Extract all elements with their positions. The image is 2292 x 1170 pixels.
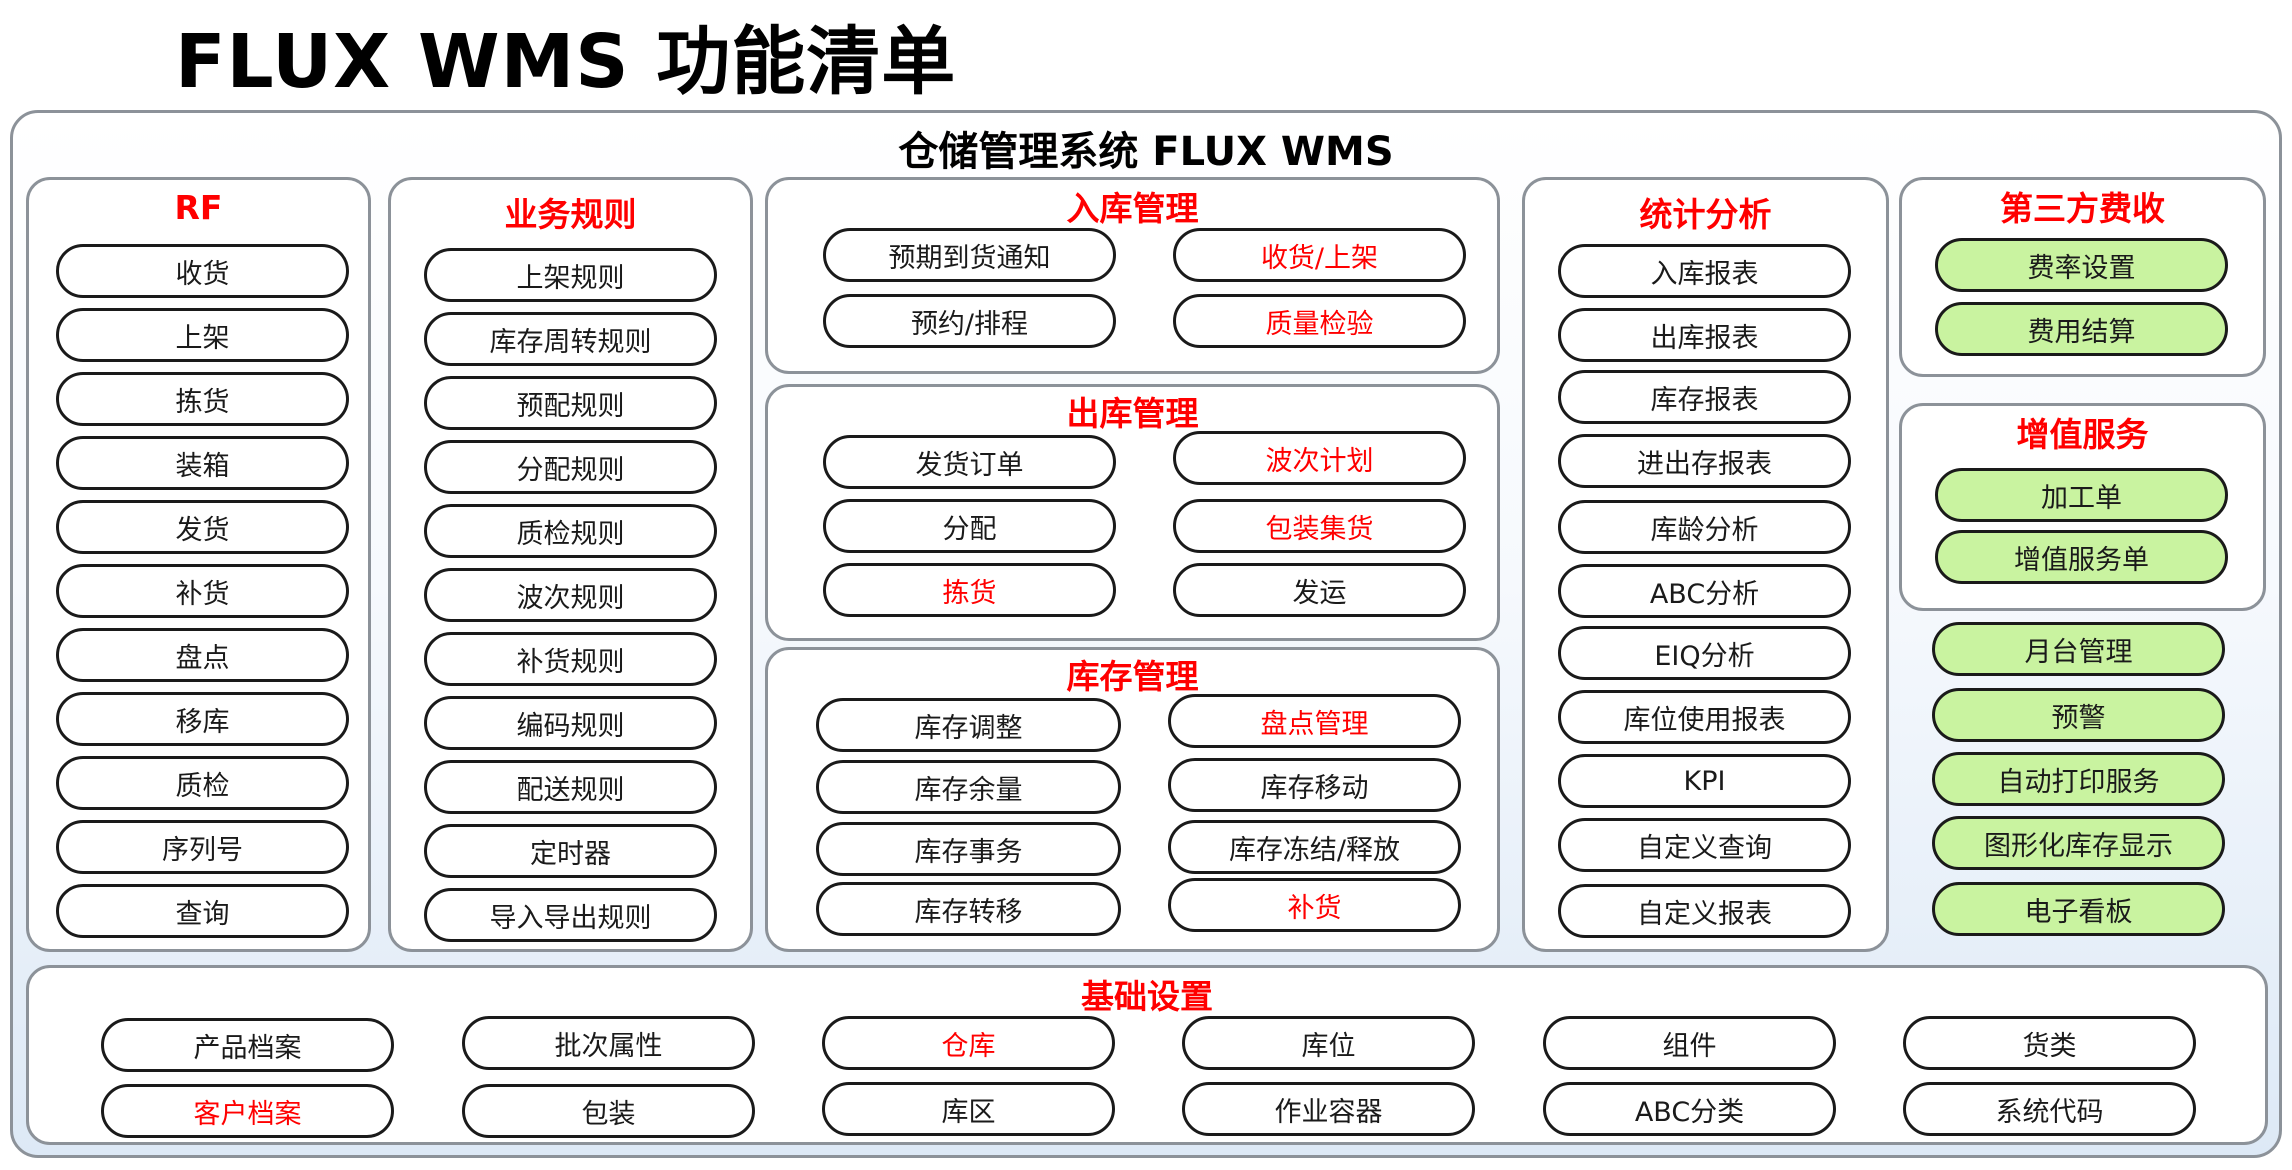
outbound-item[interactable]: 发货订单 — [823, 435, 1116, 489]
inventory-item[interactable]: 库存事务 — [816, 822, 1121, 876]
inbound-item[interactable]: 预期到货通知 — [823, 228, 1116, 282]
inbound-item[interactable]: 预约/排程 — [823, 294, 1116, 348]
inventory-item[interactable]: 库存转移 — [816, 882, 1121, 936]
inbound-panel-title: 入库管理 — [1066, 189, 1199, 228]
vas-panel-title: 增值服务 — [2016, 415, 2149, 454]
rf-item[interactable]: 序列号 — [56, 820, 349, 874]
outbound-panel-title: 出库管理 — [1066, 394, 1199, 433]
inventory-item[interactable]: 补货 — [1168, 878, 1461, 932]
rule-item[interactable]: 编码规则 — [424, 696, 717, 750]
basic-item[interactable]: 系统代码 — [1903, 1082, 2196, 1136]
basic-panel: 基础设置 产品档案 批次属性 仓库 库位 组件 货类 客户档案 包装 库区 作业… — [26, 965, 2268, 1145]
inbound-item[interactable]: 质量检验 — [1173, 294, 1466, 348]
rf-item[interactable]: 移库 — [56, 692, 349, 746]
stats-panel-title: 统计分析 — [1639, 195, 1772, 234]
basic-item[interactable]: 包装 — [462, 1084, 755, 1138]
inventory-item[interactable]: 库存调整 — [816, 698, 1121, 752]
stats-item[interactable]: EIQ分析 — [1558, 626, 1851, 680]
inventory-panel: 库存管理 库存调整 盘点管理 库存余量 库存移动 库存事务 库存冻结/释放 库存… — [765, 647, 1500, 952]
rule-item[interactable]: 库存周转规则 — [424, 312, 717, 366]
outbound-item[interactable]: 包装集货 — [1173, 499, 1466, 553]
stats-panel: 统计分析 入库报表 出库报表 库存报表 进出存报表 库龄分析 ABC分析 EIQ… — [1522, 177, 1889, 952]
basic-item[interactable]: 客户档案 — [101, 1084, 394, 1138]
outbound-panel: 出库管理 发货订单 波次计划 分配 包装集货 拣货 发运 — [765, 384, 1500, 641]
billing-item[interactable]: 费率设置 — [1935, 238, 2228, 292]
rule-item[interactable]: 导入导出规则 — [424, 888, 717, 942]
rule-item[interactable]: 配送规则 — [424, 760, 717, 814]
rule-item[interactable]: 波次规则 — [424, 568, 717, 622]
rule-item[interactable]: 定时器 — [424, 824, 717, 878]
rule-item[interactable]: 上架规则 — [424, 248, 717, 302]
rule-item[interactable]: 分配规则 — [424, 440, 717, 494]
stats-item[interactable]: 入库报表 — [1558, 244, 1851, 298]
rule-item[interactable]: 预配规则 — [424, 376, 717, 430]
outbound-item[interactable]: 发运 — [1173, 563, 1466, 617]
basic-item[interactable]: 组件 — [1543, 1016, 1836, 1070]
inventory-panel-title: 库存管理 — [1066, 657, 1199, 696]
extra-feature[interactable]: 月台管理 — [1932, 622, 2225, 676]
extra-feature[interactable]: 自动打印服务 — [1932, 752, 2225, 806]
outbound-item[interactable]: 分配 — [823, 499, 1116, 553]
inventory-item[interactable]: 盘点管理 — [1168, 694, 1461, 748]
rules-panel: 业务规则 上架规则 库存周转规则 预配规则 分配规则 质检规则 波次规则 补货规… — [388, 177, 753, 952]
rules-panel-title: 业务规则 — [504, 195, 637, 234]
stats-item[interactable]: 进出存报表 — [1558, 434, 1851, 488]
billing-panel-title: 第三方费收 — [2000, 189, 2165, 228]
stats-item[interactable]: 库位使用报表 — [1558, 690, 1851, 744]
wms-system-frame: 仓储管理系统 FLUX WMS RF 收货 上架 拣货 装箱 发货 补货 盘点 … — [10, 110, 2282, 1158]
rf-item[interactable]: 质检 — [56, 756, 349, 810]
inventory-item[interactable]: 库存余量 — [816, 760, 1121, 814]
inventory-item[interactable]: 库存移动 — [1168, 758, 1461, 812]
stats-item[interactable]: 库龄分析 — [1558, 500, 1851, 554]
rf-item[interactable]: 盘点 — [56, 628, 349, 682]
rf-item[interactable]: 发货 — [56, 500, 349, 554]
inbound-panel: 入库管理 预期到货通知 收货/上架 预约/排程 质量检验 — [765, 177, 1500, 374]
outbound-item[interactable]: 波次计划 — [1173, 431, 1466, 485]
basic-panel-title: 基础设置 — [1081, 977, 1213, 1016]
vas-item[interactable]: 增值服务单 — [1935, 530, 2228, 584]
billing-panel: 第三方费收 费率设置 费用结算 — [1899, 177, 2266, 377]
rf-item[interactable]: 装箱 — [56, 436, 349, 490]
basic-item[interactable]: 作业容器 — [1182, 1082, 1475, 1136]
rf-item[interactable]: 收货 — [56, 244, 349, 298]
basic-item[interactable]: 批次属性 — [462, 1016, 755, 1070]
basic-item[interactable]: 货类 — [1903, 1016, 2196, 1070]
extra-feature[interactable]: 预警 — [1932, 688, 2225, 742]
basic-item[interactable]: 库位 — [1182, 1016, 1475, 1070]
basic-item[interactable]: 仓库 — [822, 1016, 1115, 1070]
extra-feature[interactable]: 图形化库存显示 — [1932, 816, 2225, 870]
rule-item[interactable]: 质检规则 — [424, 504, 717, 558]
stats-item[interactable]: 自定义报表 — [1558, 884, 1851, 938]
rf-item[interactable]: 上架 — [56, 308, 349, 362]
vas-item[interactable]: 加工单 — [1935, 468, 2228, 522]
stats-item[interactable]: 出库报表 — [1558, 308, 1851, 362]
extra-feature[interactable]: 电子看板 — [1932, 882, 2225, 936]
vas-panel: 增值服务 加工单 增值服务单 — [1899, 403, 2266, 611]
rf-item[interactable]: 补货 — [56, 564, 349, 618]
rule-item[interactable]: 补货规则 — [424, 632, 717, 686]
basic-item[interactable]: ABC分类 — [1543, 1082, 1836, 1136]
rf-panel: RF 收货 上架 拣货 装箱 发货 补货 盘点 移库 质检 序列号 查询 — [26, 177, 371, 952]
basic-item[interactable]: 产品档案 — [101, 1018, 394, 1072]
inbound-item[interactable]: 收货/上架 — [1173, 228, 1466, 282]
billing-item[interactable]: 费用结算 — [1935, 302, 2228, 356]
stats-item[interactable]: KPI — [1558, 754, 1851, 808]
basic-item[interactable]: 库区 — [822, 1082, 1115, 1136]
stats-item[interactable]: ABC分析 — [1558, 564, 1851, 618]
inventory-item[interactable]: 库存冻结/释放 — [1168, 820, 1461, 874]
rf-panel-title: RF — [174, 188, 223, 227]
outbound-item[interactable]: 拣货 — [823, 563, 1116, 617]
system-title: 仓储管理系统 FLUX WMS — [898, 129, 1394, 175]
stats-item[interactable]: 自定义查询 — [1558, 818, 1851, 872]
rf-item[interactable]: 查询 — [56, 884, 349, 938]
rf-item[interactable]: 拣货 — [56, 372, 349, 426]
stats-item[interactable]: 库存报表 — [1558, 370, 1851, 424]
page-title: FLUX WMS 功能清单 — [175, 19, 957, 105]
